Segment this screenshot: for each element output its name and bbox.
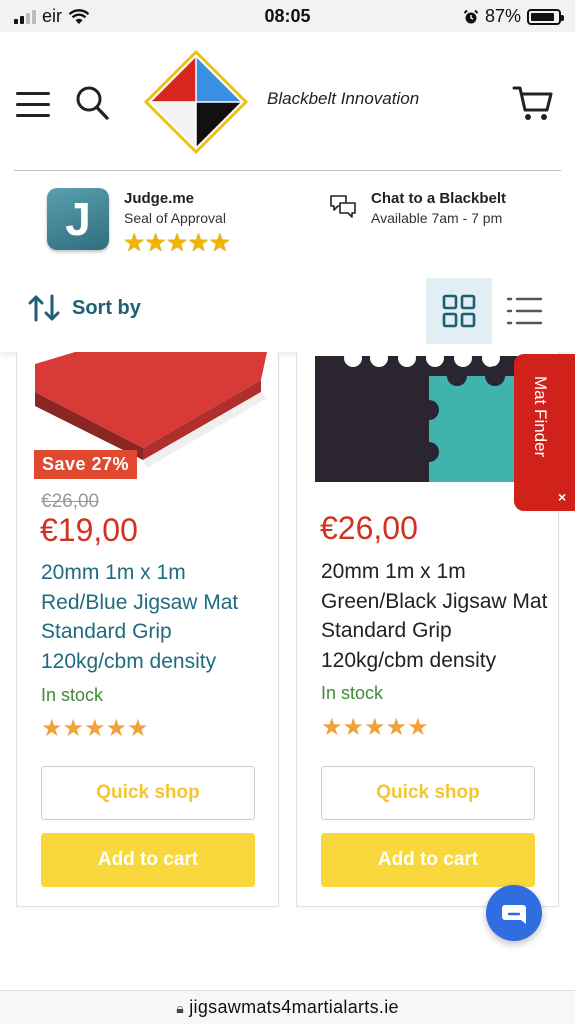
judgeme-title[interactable]: Judge.me [124,190,194,207]
quick-shop-button[interactable]: Quick shop [321,766,535,820]
site-header: Blackbelt Innovation [0,32,575,172]
menu-button[interactable] [16,92,50,118]
judgeme-subtitle: Seal of Approval [124,210,226,226]
chat-title[interactable]: Chat to a Blackbelt [371,190,506,207]
chat-icon [502,905,526,924]
quick-shop-button[interactable]: Quick shop [41,766,255,820]
trust-bar: J Judge.me Seal of Approval ★★★★★ Chat t… [0,172,575,272]
chat-hours: Available 7am - 7 pm [371,210,503,226]
sale-badge: Save 27% [34,450,138,479]
battery-icon [527,8,564,25]
stock-status: In stock [321,683,384,703]
product-title[interactable]: 20mm 1m x 1m Red/Blue Jigsaw Mat Standar… [41,558,271,676]
rating-stars: ★★★★★ [321,714,429,741]
status-bar: eir 08:05 87% [0,0,575,32]
lock-icon: 🔒︎ [176,1000,184,1016]
sort-label: Sort by [72,296,141,319]
header-divider [14,170,561,171]
brand-name[interactable]: Blackbelt Innovation [267,89,419,109]
judgeme-badge[interactable]: J [47,188,109,250]
product-card[interactable]: Save 27% €26,00 €19,00 20mm 1m x 1m Red/… [16,352,279,907]
url-display[interactable]: 🔒︎ jigsawmats4martialarts.ie [0,997,575,1018]
grid-view-button[interactable] [426,278,492,344]
judgeme-stars: ★★★★★ [123,229,231,257]
stock-status: In stock [41,685,104,705]
url-text: jigsawmats4martialarts.ie [189,997,399,1017]
cart-button[interactable] [512,84,554,124]
alarm-icon [463,9,479,23]
search-button[interactable] [74,84,110,122]
status-right: 87% [463,6,564,27]
chat-launcher-button[interactable] [486,885,542,941]
search-icon [76,86,109,120]
chat-bubbles-icon [330,195,356,218]
collection-toolbar: Sort by [0,272,575,352]
browser-url-bar[interactable]: 🔒︎ jigsawmats4martialarts.ie [0,990,575,1024]
sort-button[interactable]: Sort by [28,294,141,322]
grid-view-icon [442,294,476,328]
cart-icon [512,86,553,120]
list-view-button[interactable] [505,294,543,328]
product-title[interactable]: 20mm 1m x 1m Green/Black Jigsaw Mat Stan… [321,557,551,675]
hamburger-icon [16,92,50,95]
add-to-cart-button[interactable]: Add to cart [41,833,255,887]
compare-price: €26,00 [41,491,100,512]
sale-price: €19,00 [40,512,138,548]
close-icon[interactable]: × [558,489,566,505]
add-to-cart-button[interactable]: Add to cart [321,833,535,887]
mat-finder-tab[interactable]: Mat Finder × [514,354,575,511]
logo[interactable] [144,50,248,154]
list-view-icon [506,297,543,325]
battery-percent: 87% [484,6,521,26]
rating-stars: ★★★★★ [41,715,149,742]
regular-price: €26,00 [320,510,418,546]
mat-finder-label: Mat Finder [531,376,550,458]
sort-arrows-icon [28,294,60,322]
